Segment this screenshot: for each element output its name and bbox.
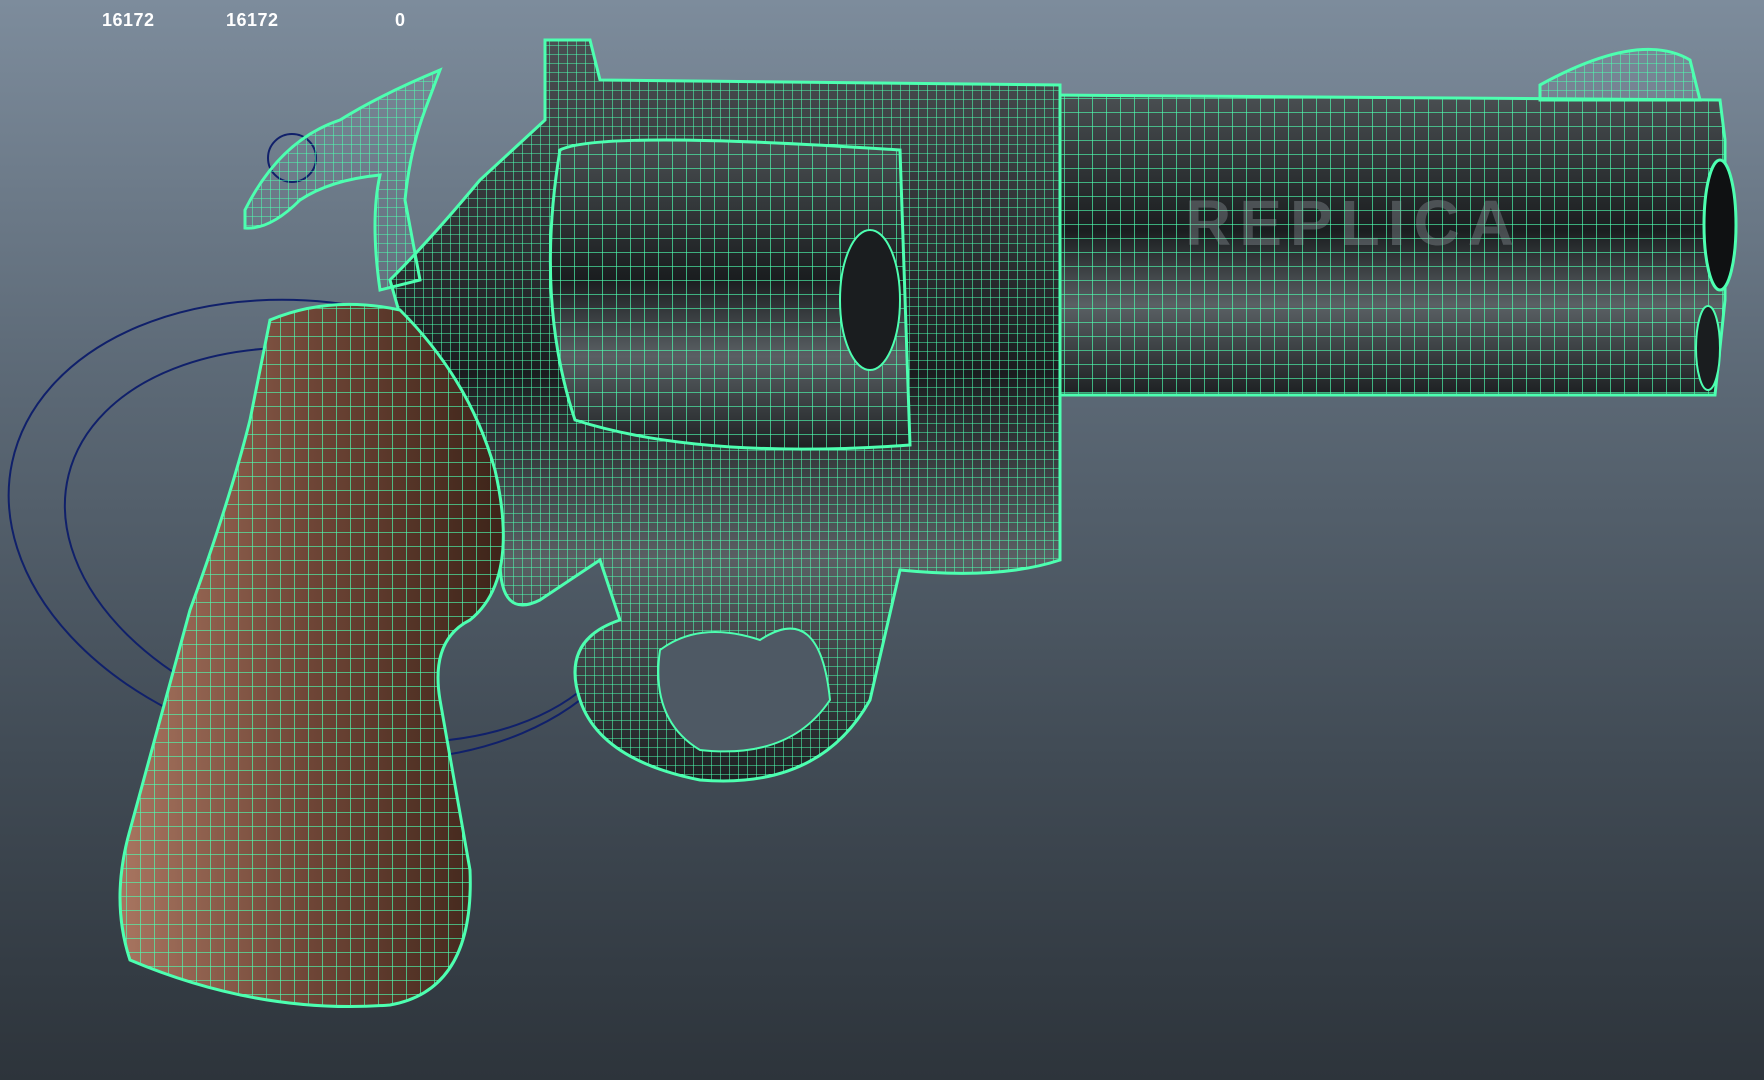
cylinder-mesh[interactable]: [548, 138, 912, 451]
revolver-model[interactable]: REPLICA: [0, 0, 1764, 1080]
grip-mesh[interactable]: [118, 302, 505, 1009]
hammer-mesh[interactable]: [243, 67, 443, 292]
watermark-text: REPLICA: [1185, 187, 1522, 259]
3d-viewport[interactable]: 16172 16172 0 REPLICA: [0, 0, 1764, 1080]
